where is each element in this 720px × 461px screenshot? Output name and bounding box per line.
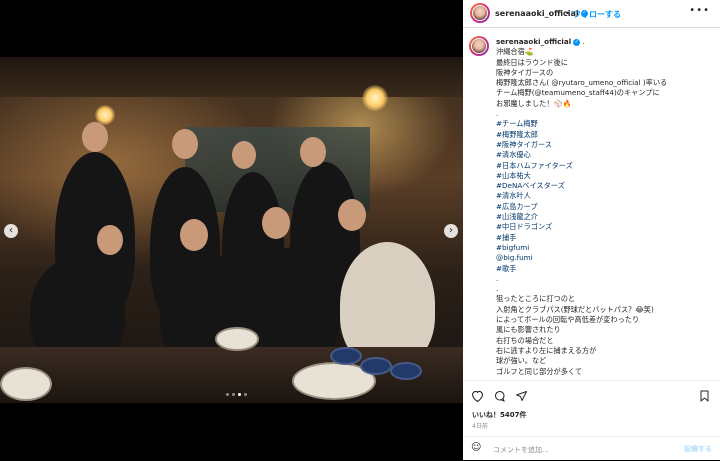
caption-line: . <box>496 109 706 119</box>
caption-line: 最終日はラウンド後に <box>496 58 706 68</box>
caption-line: によってボールの回転や高低差が変わったり <box>496 315 706 325</box>
heart-icon[interactable] <box>471 390 484 405</box>
caption-line: 狙ったところに打つのと <box>496 294 706 304</box>
hanging-lamp <box>362 85 388 111</box>
caption-hashtag[interactable]: #阪神タイガース <box>496 140 706 150</box>
caption-username[interactable]: serenaaoki_official <box>496 37 571 46</box>
caption-hashtag[interactable]: #山浅龍之介 <box>496 212 706 222</box>
post-photo[interactable] <box>0 57 463 403</box>
caption-line: ゴルフと同じ部分が多くて <box>496 367 706 377</box>
likes-count[interactable]: いいね！5407件 <box>472 410 526 420</box>
caption-username-row: serenaaoki_official✓ . <box>496 37 706 47</box>
comment-icon[interactable] <box>493 390 506 405</box>
carousel-indicator <box>226 393 247 396</box>
person-head <box>300 137 326 167</box>
caption-hashtag[interactable]: #日本ハムファイターズ <box>496 161 706 171</box>
ceiling-beam <box>0 57 463 97</box>
bowl <box>360 357 392 375</box>
post-date[interactable]: 4日前 <box>472 421 488 430</box>
caption-line: 梅野隆太郎さん( @ryutaro_umeno_official )率いる <box>496 78 706 88</box>
bookmark-icon[interactable] <box>699 390 710 405</box>
caption-hashtag[interactable]: #DeNAベイスターズ <box>496 181 706 191</box>
person-head <box>180 219 208 251</box>
post-header: serenaaoki_official✓ • フォローする ••• <box>463 0 720 28</box>
caption-hashtag[interactable]: #チーム梅野 <box>496 119 706 129</box>
caption-line: チーム梅野(@teamumeno_staff44)のキャンプに <box>496 88 706 98</box>
more-options-icon[interactable]: ••• <box>689 5 710 16</box>
carousel-dot <box>238 393 241 396</box>
post-caption: serenaaoki_official✓ . 沖縄合宿⛳️最終日はラウンド後に阪… <box>496 37 706 377</box>
person-head <box>232 141 256 169</box>
carousel-next-button[interactable]: › <box>444 224 458 238</box>
plate <box>215 327 259 351</box>
caption-hashtag[interactable]: #歌手 <box>496 264 706 274</box>
post-side-panel: serenaaoki_official✓ • フォローする ••• serena… <box>463 0 720 460</box>
caption-line: 球が強い。など <box>496 356 706 366</box>
person-head <box>262 207 290 239</box>
caption-line: 阪神タイガースの <box>496 68 706 78</box>
emoji-icon[interactable]: ☺ <box>471 442 481 453</box>
person-head <box>82 122 108 152</box>
carousel-prev-button[interactable]: ‹ <box>4 224 18 238</box>
caption-line: 入射角とクラブパス(野球だとバットパス？😂笑) <box>496 305 706 315</box>
plate <box>0 367 52 401</box>
caption-hashtag[interactable]: #清水叶人 <box>496 191 706 201</box>
caption-line: 右打ちの場合だと <box>496 336 706 346</box>
carousel-dot <box>244 393 247 396</box>
bowl <box>330 347 362 365</box>
post-media-area: ‹ › <box>0 0 463 460</box>
caption-hashtag[interactable]: #梅野隆太郎 <box>496 130 706 140</box>
person-head <box>97 225 123 255</box>
caption-line: 右に逃すより左に捕まえる方が <box>496 346 706 356</box>
caption-line: 風にも影響されたり <box>496 325 706 335</box>
caption-hashtag[interactable]: #中日ドラゴンズ <box>496 222 706 232</box>
comment-bar: ☺ 投稿する <box>463 436 720 461</box>
caption-author-avatar[interactable] <box>469 36 489 56</box>
caption-line: . <box>496 284 706 294</box>
caption-hashtag[interactable]: #清水優心 <box>496 150 706 160</box>
carousel-dot <box>226 393 229 396</box>
carousel-dot <box>232 393 235 396</box>
separator-dot: • <box>565 9 570 18</box>
caption-line: 沖縄合宿⛳️ <box>496 47 706 57</box>
bowl <box>390 362 422 380</box>
caption-hashtag[interactable]: #bigfumi <box>496 243 706 253</box>
caption-hashtag[interactable]: #捕手 <box>496 233 706 243</box>
person-head <box>172 129 198 159</box>
caption-hashtag[interactable]: #山本祐大 <box>496 171 706 181</box>
caption-hashtag[interactable]: #広島カープ <box>496 202 706 212</box>
caption-line: お邪魔しました！⚾️🔥 <box>496 99 706 109</box>
post-comment-button[interactable]: 投稿する <box>684 444 712 454</box>
follow-button[interactable]: フォローする <box>573 9 621 20</box>
person-head <box>338 199 366 231</box>
caption-line: . <box>496 274 706 284</box>
author-avatar[interactable] <box>470 3 490 23</box>
caption-hashtag[interactable]: @big.fumi <box>496 253 706 263</box>
caption-body: 沖縄合宿⛳️最終日はラウンド後に阪神タイガースの梅野隆太郎さん( @ryutar… <box>496 47 706 377</box>
comment-input[interactable] <box>491 442 665 457</box>
share-icon[interactable] <box>515 390 528 405</box>
